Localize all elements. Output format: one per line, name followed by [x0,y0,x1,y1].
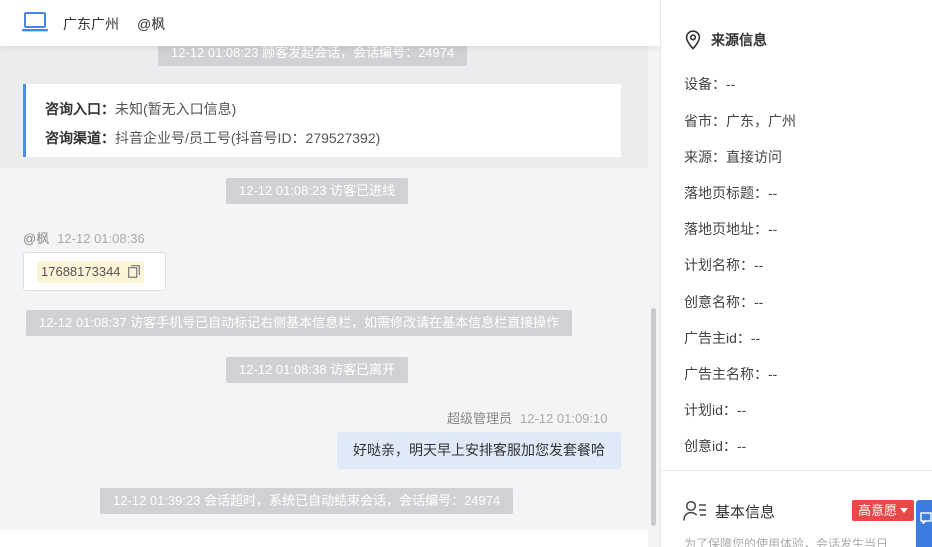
source-row-creative-id: 创意id：-- [684,438,747,454]
consult-entry-label: 咨询入口： [45,101,115,117]
location-pin-icon [685,30,701,50]
consult-info-card: 咨询入口：未知(暂无入口信息) 咨询渠道：抖音企业号/员工号(抖音号ID：279… [23,84,621,157]
basic-info-title: 基本信息 [683,500,775,522]
visitor-message-time: 12-12 01:08:36 [57,231,145,246]
phone-number-chip[interactable]: 17688173344 [37,261,145,283]
laptop-icon [22,12,48,32]
caret-down-icon [900,508,909,513]
phone-number: 17688173344 [41,264,121,279]
person-list-icon [683,500,706,521]
chat-scrollbar[interactable] [648,46,660,547]
agent-message-time: 12-12 01:09:10 [520,411,608,426]
system-message-entered: 12-12 01:08:23 访客已进线 [226,178,409,204]
copy-icon[interactable] [128,265,141,278]
system-message-left: 12-12 01:08:38 访客已离开 [226,357,409,383]
source-row-province: 省市：广东，广州 [684,113,796,129]
consult-channel-row: 咨询渠道：抖音企业号/员工号(抖音号ID：279527392) [45,124,621,153]
source-row-advertiser-id: 广告主id：-- [684,330,761,346]
source-row-landing-url: 落地页地址：-- [684,221,778,237]
visitor-message-name: @枫 [23,231,50,246]
info-side-panel: 来源信息 设备：-- 省市：广东，广州 来源：直接访问 落地页标题：-- 落地页… [660,0,932,547]
system-message-timeout: 12-12 01:39:23 会话超时，系统已自动结束会话，会话编号：24974 [100,488,514,514]
source-row-landing-title: 落地页标题：-- [684,185,778,201]
source-row-source: 来源：直接访问 [684,149,782,165]
consult-entry-value: 未知(暂无入口信息) [115,101,237,117]
source-info-title: 来源信息 [685,30,767,50]
message-icon [920,512,932,524]
visitor-message-meta: @枫 12-12 01:08:36 [23,228,145,247]
intent-level-dropdown[interactable]: 高意愿 [852,500,915,521]
system-message-phone-note: 12-12 01:08:37 访客手机号已自动标记右侧基本信息栏，如需修改请在基… [26,310,573,336]
agent-message-meta: 超级管理员 12-12 01:09:10 [447,408,607,427]
consult-entry-row: 咨询入口：未知(暂无入口信息) [45,95,621,124]
chat-header: 广东广州 @枫 [0,0,660,46]
agent-message-bubble: 好哒亲，明天早上安排客服加您发套餐哈 [337,432,621,469]
source-row-device: 设备：-- [684,76,736,92]
chat-scrollbar-thumb[interactable] [651,308,656,526]
agent-message-name: 超级管理员 [447,411,513,426]
source-info-title-text: 来源信息 [711,32,767,48]
visitor-location: 广东广州 [63,16,119,32]
consult-channel-value: 抖音企业号/员工号(抖音号ID：279527392) [115,130,381,146]
visitor-message-bubble: 17688173344 [23,252,166,291]
source-row-advertiser-name: 广告主名称：-- [684,366,778,382]
visitor-name: @枫 [137,16,166,32]
source-row-plan-name: 计划名称：-- [684,257,764,273]
source-row-creative-name: 创意名称：-- [684,294,764,310]
side-divider [661,470,932,471]
intent-level-label: 高意愿 [858,503,898,518]
consult-channel-label: 咨询渠道： [45,130,115,146]
source-row-plan-id: 计划id：-- [684,402,747,418]
chat-pane: 广东广州 @枫 12-12 01:08:23 顾客发起会话，会话编号：24974… [0,0,660,547]
floating-action-button[interactable] [916,500,932,547]
chat-bottom-strip [0,530,648,547]
side-note: 为了保障您的使用体验，会话发生当日 [684,537,889,547]
basic-info-title-text: 基本信息 [715,503,776,521]
